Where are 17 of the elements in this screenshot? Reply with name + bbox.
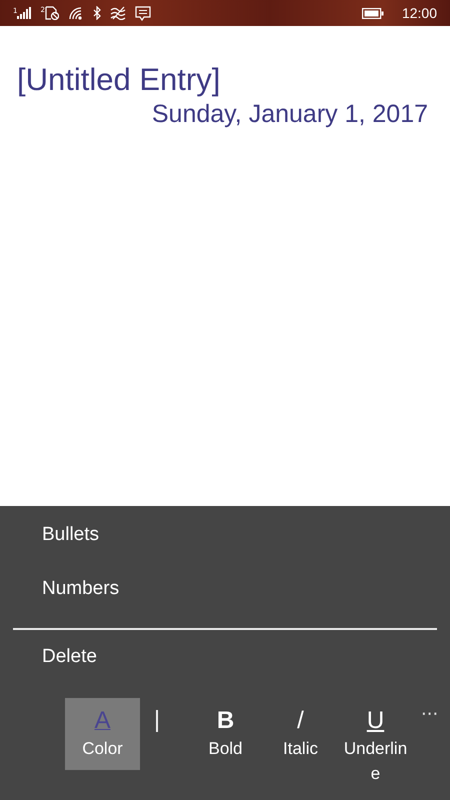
more-button[interactable]: ··· [421,704,438,725]
menu-item[interactable]: Bullets [0,520,142,566]
format-button[interactable]: / Italic [263,698,338,770]
entry-title[interactable]: [Untitled Entry] [17,62,220,98]
menu-item[interactable]: Delete [0,642,139,688]
bluetooth-icon [92,6,101,20]
format-button[interactable]: U Underline [338,698,413,786]
signal-icon [17,7,32,19]
wifi-icon [68,6,84,20]
menu-item[interactable]: Numbers [0,574,162,620]
format-button[interactable]: B Bold [188,698,263,770]
no-sim-icon [44,6,59,20]
message-icon [134,6,151,20]
battery-icon [362,8,384,18]
entry-date: Sunday, January 1, 2017 [152,100,428,129]
wave-icon [110,6,126,20]
clock-time: 12:00 [402,5,437,21]
